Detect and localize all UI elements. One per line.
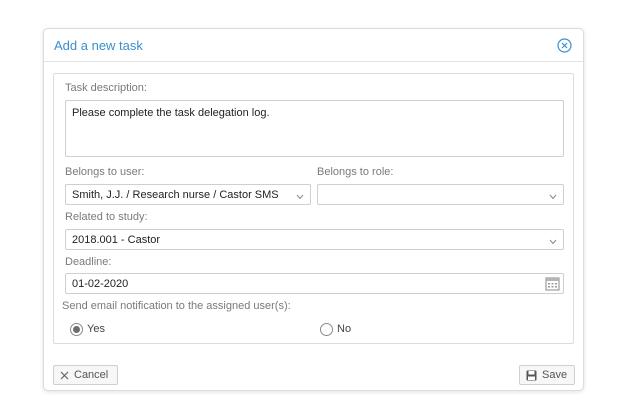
email-notification-no[interactable]: No (320, 321, 351, 337)
x-icon (60, 371, 69, 379)
email-notification-yes[interactable]: Yes (70, 321, 105, 337)
radio-no[interactable] (320, 322, 333, 336)
related-to-study-label: Related to study: (65, 211, 148, 223)
deadline-value: 01-02-2020 (72, 278, 129, 290)
radio-no-label: No (337, 323, 352, 335)
calendar-icon[interactable] (545, 276, 560, 291)
belongs-to-role-label: Belongs to role: (317, 166, 394, 178)
deadline-label: Deadline: (65, 256, 112, 268)
floppy-disk-icon (526, 370, 537, 380)
related-to-study-value: 2018.001 - Castor (72, 234, 161, 246)
close-icon[interactable] (557, 38, 572, 53)
dialog-title: Add a new task (54, 38, 143, 53)
save-button-label: Save (542, 369, 568, 381)
deadline-input[interactable]: 01-02-2020 (65, 273, 564, 294)
save-button[interactable]: Save (519, 365, 575, 385)
chevron-down-icon (549, 191, 557, 200)
dialog-header: Add a new task (44, 29, 583, 62)
belongs-to-user-select[interactable]: Smith, J.J. / Research nurse / Castor SM… (65, 184, 311, 205)
chevron-down-icon (296, 191, 304, 200)
email-notification-label: Send email notification to the assigned … (62, 300, 291, 312)
radio-yes-label: Yes (87, 323, 105, 335)
task-description-label: Task description: (65, 82, 147, 94)
belongs-to-role-select[interactable] (317, 184, 564, 205)
radio-yes[interactable] (70, 322, 83, 336)
chevron-down-icon (549, 236, 557, 245)
belongs-to-user-label: Belongs to user: (65, 166, 145, 178)
related-to-study-select[interactable]: 2018.001 - Castor (65, 229, 564, 250)
belongs-to-user-value: Smith, J.J. / Research nurse / Castor SM… (72, 189, 279, 201)
task-description-textarea[interactable]: Please complete the task delegation log. (65, 100, 564, 157)
cancel-button[interactable]: Cancel (53, 365, 118, 385)
cancel-button-label: Cancel (74, 369, 109, 381)
add-task-dialog: Add a new task Task description: Please … (43, 28, 584, 391)
task-form: Task description: Please complete the ta… (53, 73, 574, 344)
